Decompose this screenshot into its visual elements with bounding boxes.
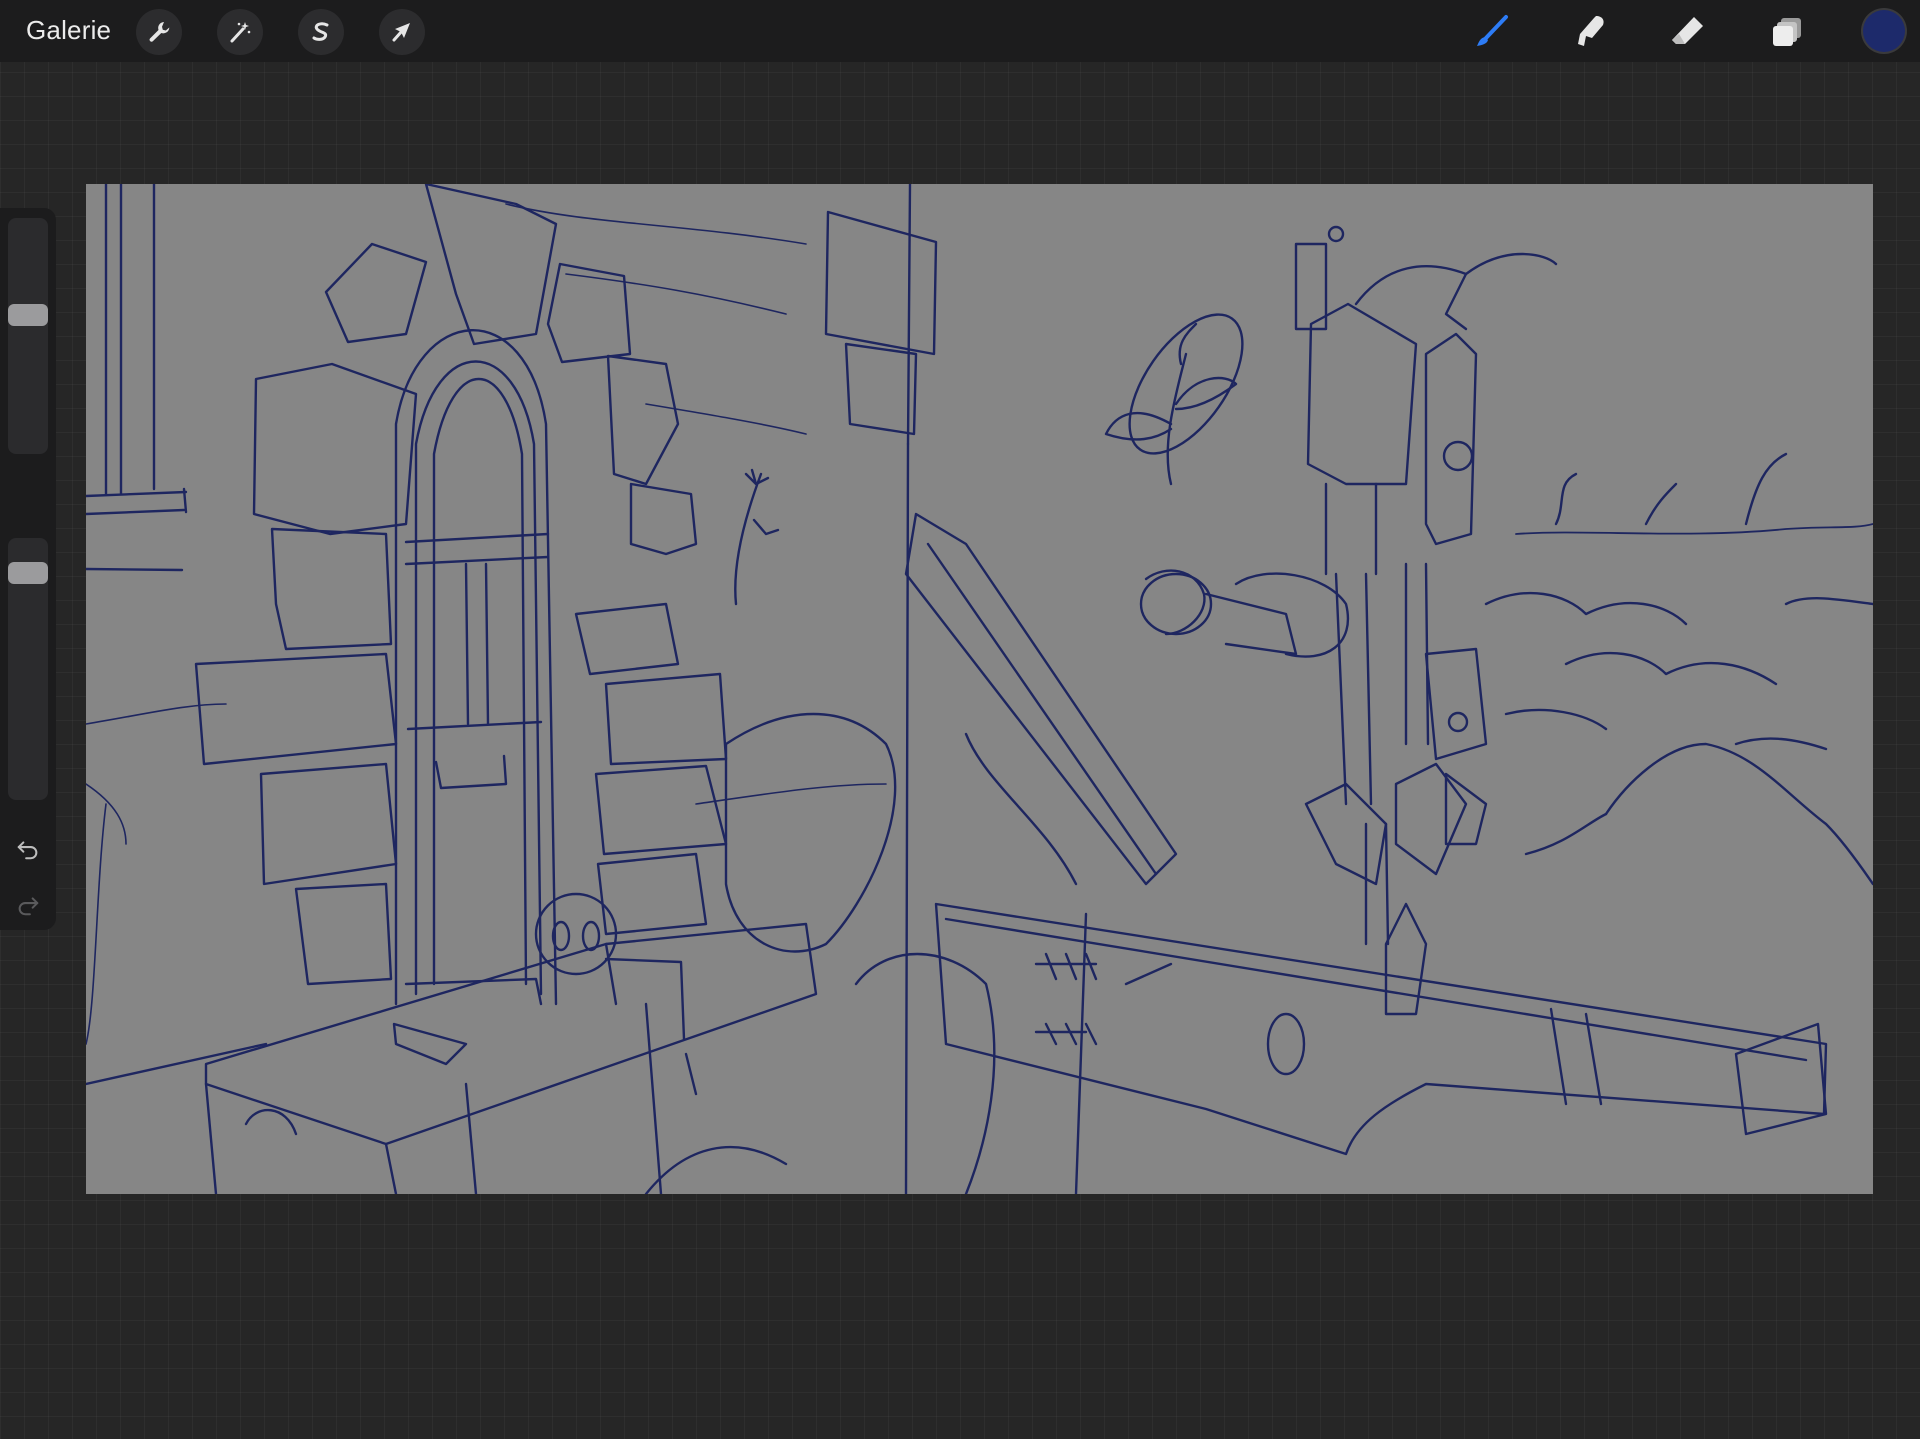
- brush-tool-button[interactable]: [1468, 8, 1516, 56]
- drawing-canvas[interactable]: [86, 184, 1873, 1194]
- wrench-icon: [149, 22, 170, 42]
- brush-icon: [1477, 15, 1508, 46]
- magic-wand-icon: [230, 22, 251, 43]
- color-picker-swatch[interactable]: [1863, 10, 1905, 52]
- leaning-plank-sketch: [904, 512, 1178, 886]
- robot-sketch: [1128, 225, 1558, 1016]
- transform-button[interactable]: [379, 9, 425, 55]
- layers-button[interactable]: [1763, 8, 1811, 56]
- redo-button[interactable]: [12, 888, 44, 920]
- brush-size-thumb[interactable]: [8, 303, 48, 326]
- robot-arm-sketch: [1104, 322, 1298, 656]
- eraser-icon: [1672, 17, 1703, 44]
- arrow-cursor-icon: [392, 23, 410, 42]
- sketch-artwork: [86, 184, 1873, 1194]
- selection-s-icon: [312, 22, 329, 41]
- gallery-button[interactable]: Galerie: [26, 15, 111, 46]
- flower-sketch: [734, 468, 780, 606]
- undo-icon: [17, 841, 38, 860]
- pillar-sketch: [824, 184, 1088, 1194]
- smudge-icon: [1578, 16, 1604, 46]
- opacity-thumb[interactable]: [8, 562, 48, 584]
- stone-arch-sketch: [194, 184, 728, 1066]
- top-toolbar: Galerie: [0, 0, 1920, 62]
- left-sidebar: [0, 208, 56, 930]
- selection-button[interactable]: [298, 9, 344, 55]
- actions-button[interactable]: [136, 9, 182, 55]
- redo-icon: [18, 897, 39, 916]
- adjustments-button[interactable]: [217, 9, 263, 55]
- undo-button[interactable]: [12, 832, 44, 864]
- table-sketch: [934, 902, 1828, 1156]
- brush-size-slider[interactable]: [8, 218, 48, 454]
- eraser-tool-button[interactable]: [1664, 8, 1712, 56]
- arched-door-sketch: [394, 329, 558, 1006]
- smudge-tool-button[interactable]: [1566, 8, 1614, 56]
- rocks-sketch: [644, 712, 996, 1194]
- layers-icon: [1773, 18, 1801, 46]
- window-sketch: [86, 184, 188, 572]
- landscape-sketch: [1484, 452, 1873, 886]
